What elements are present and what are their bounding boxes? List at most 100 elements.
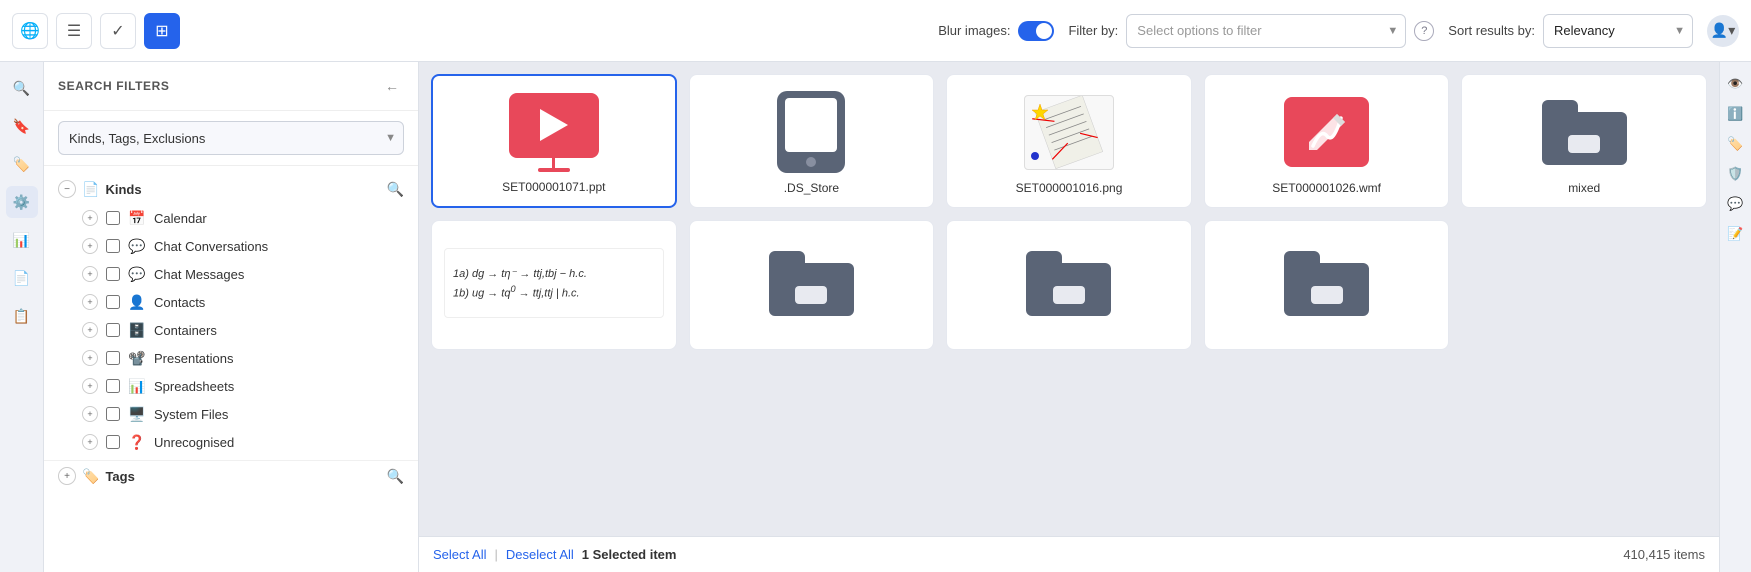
kind-icon-unrecognised: ❓ bbox=[128, 433, 146, 451]
tags-label: Tags bbox=[105, 469, 134, 484]
grid-item-png-label: SET000001016.png bbox=[1016, 181, 1123, 195]
kind-name-presentations: Presentations bbox=[154, 351, 234, 366]
kind-checkbox-contacts[interactable] bbox=[106, 295, 120, 309]
kind-expand-unrecognised-icon[interactable]: + bbox=[82, 434, 98, 450]
kind-item-presentations[interactable]: + 📽️ Presentations bbox=[58, 344, 404, 372]
kind-checkbox-chat-conversations[interactable] bbox=[106, 239, 120, 253]
tags-search-icon[interactable]: 🔍 bbox=[387, 468, 404, 485]
grid-item-wmf-label: SET000001026.wmf bbox=[1272, 181, 1381, 195]
kind-checkbox-spreadsheets[interactable] bbox=[106, 379, 120, 393]
kind-name-unrecognised: Unrecognised bbox=[154, 435, 234, 450]
grid-item-folder-8[interactable] bbox=[946, 220, 1192, 350]
grid-icon-btn[interactable]: ⊞ bbox=[144, 13, 180, 49]
right-rail-chat-icon[interactable]: 💬 bbox=[1724, 192, 1748, 216]
ppt-visual bbox=[509, 93, 599, 172]
kind-checkbox-system-files[interactable] bbox=[106, 407, 120, 421]
grid-item-ppt-thumb bbox=[445, 92, 663, 172]
sidebar-title: SEARCH FILTERS bbox=[58, 79, 170, 93]
grid-item-png[interactable]: SET000001016.png bbox=[946, 74, 1192, 208]
kinds-collapse-btn[interactable]: − bbox=[58, 180, 76, 198]
right-rail-tag-icon[interactable]: 🏷️ bbox=[1724, 132, 1748, 156]
formula-display: 1a) dg → tη⁻ → ttj,tbj − h.c. 1b) ug → t… bbox=[444, 248, 664, 318]
check-icon-btn[interactable]: ✓ bbox=[100, 13, 136, 49]
kind-expand-presentations-icon[interactable]: + bbox=[82, 350, 98, 366]
grid-item-ds-store[interactable]: .DS_Store bbox=[689, 74, 935, 208]
rail-chart-icon[interactable]: 📊 bbox=[6, 224, 38, 256]
kind-expand-spreadsheets-icon[interactable]: + bbox=[82, 378, 98, 394]
grid-item-ppt[interactable]: SET000001071.ppt bbox=[431, 74, 677, 208]
right-rail-info-icon[interactable]: ℹ️ bbox=[1724, 102, 1748, 126]
grid-item-png-thumb bbox=[959, 91, 1179, 173]
kind-item-unrecognised[interactable]: + ❓ Unrecognised bbox=[58, 428, 404, 456]
deselect-all-link[interactable]: Deselect All bbox=[506, 547, 574, 562]
filter-help-icon[interactable]: ? bbox=[1414, 21, 1434, 41]
kind-checkbox-calendar[interactable] bbox=[106, 211, 120, 225]
folder-icon-8 bbox=[1026, 251, 1111, 316]
kind-item-chat-messages[interactable]: + 💬 Chat Messages bbox=[58, 260, 404, 288]
user-icon-btn[interactable]: 👤▾ bbox=[1707, 15, 1739, 47]
formula-line-2: 1b) ug → tq0 → ttj,ttj | h.c. bbox=[453, 284, 655, 300]
ppt-icon bbox=[509, 93, 599, 158]
globe-icon-btn[interactable]: 🌐 bbox=[12, 13, 48, 49]
kind-expand-chat-messages-icon[interactable]: + bbox=[82, 266, 98, 282]
kind-checkbox-presentations[interactable] bbox=[106, 351, 120, 365]
grid-item-wmf[interactable]: SET000001026.wmf bbox=[1204, 74, 1450, 208]
sidebar-back-btn[interactable]: ← bbox=[380, 74, 404, 98]
tablet-home-btn bbox=[806, 157, 816, 167]
rail-bookmark-icon[interactable]: 🔖 bbox=[6, 110, 38, 142]
kind-name-chat-conversations: Chat Conversations bbox=[154, 239, 268, 254]
right-rail-eye-icon[interactable]: 👁️ bbox=[1724, 72, 1748, 96]
kind-item-contacts[interactable]: + 👤 Contacts bbox=[58, 288, 404, 316]
rail-doc-icon[interactable]: 📋 bbox=[6, 300, 38, 332]
filter-type-select[interactable]: Kinds, Tags, ExclusionsDate RangeFile Si… bbox=[58, 121, 404, 155]
list-icon-btn[interactable]: ☰ bbox=[56, 13, 92, 49]
play-triangle-icon bbox=[540, 109, 568, 141]
kind-item-calendar[interactable]: + 📅 Calendar bbox=[58, 204, 404, 232]
select-all-link[interactable]: Select All bbox=[433, 547, 486, 562]
kind-icon-containers: 🗄️ bbox=[128, 321, 146, 339]
grid-item-formula[interactable]: 1a) dg → tη⁻ → ttj,tbj − h.c. 1b) ug → t… bbox=[431, 220, 677, 350]
kind-checkbox-containers[interactable] bbox=[106, 323, 120, 337]
tags-section: + 🏷️ Tags 🔍 bbox=[44, 460, 418, 491]
kind-expand-system-files-icon[interactable]: + bbox=[82, 406, 98, 422]
kind-expand-containers-icon[interactable]: + bbox=[82, 322, 98, 338]
kind-checkbox-unrecognised[interactable] bbox=[106, 435, 120, 449]
grid-item-mixed[interactable]: mixed bbox=[1461, 74, 1707, 208]
kind-item-chat-conversations[interactable]: + 💬 Chat Conversations bbox=[58, 232, 404, 260]
toolbar: 🌐 ☰ ✓ ⊞ Blur images: Filter by: Select o… bbox=[0, 0, 1751, 62]
kind-icon-calendar: 📅 bbox=[128, 209, 146, 227]
kind-item-system-files[interactable]: + 🖥️ System Files bbox=[58, 400, 404, 428]
wmf-icon bbox=[1284, 97, 1369, 167]
rail-filter-icon[interactable]: ⚙️ bbox=[6, 186, 38, 218]
right-rail: 👁️ ℹ️ 🏷️ 🛡️ 💬 📝 bbox=[1719, 62, 1751, 572]
ppt-base bbox=[538, 168, 570, 172]
kind-checkbox-chat-messages[interactable] bbox=[106, 267, 120, 281]
kind-expand-chat-conversations-icon[interactable]: + bbox=[82, 238, 98, 254]
rail-search-icon[interactable]: 🔍 bbox=[6, 72, 38, 104]
sort-select[interactable]: RelevancyDateNameSizeType bbox=[1543, 14, 1693, 48]
kind-item-containers[interactable]: + 🗄️ Containers bbox=[58, 316, 404, 344]
grid-item-folder-9-thumb bbox=[1217, 237, 1437, 329]
rail-page-icon[interactable]: 📄 bbox=[6, 262, 38, 294]
tags-section-icon: 🏷️ bbox=[82, 468, 99, 485]
right-rail-shield-icon[interactable]: 🛡️ bbox=[1724, 162, 1748, 186]
right-rail-notes-icon[interactable]: 📝 bbox=[1724, 222, 1748, 246]
grid-item-wmf-thumb bbox=[1217, 91, 1437, 173]
filter-select[interactable]: Select options to filter bbox=[1126, 14, 1406, 48]
sidebar-header: SEARCH FILTERS ← bbox=[44, 62, 418, 111]
grid-item-folder-7[interactable] bbox=[689, 220, 935, 350]
kinds-search-icon[interactable]: 🔍 bbox=[387, 181, 404, 198]
kind-item-spreadsheets[interactable]: + 📊 Spreadsheets bbox=[58, 372, 404, 400]
grid-item-folder-9[interactable] bbox=[1204, 220, 1450, 350]
kind-expand-contacts-icon[interactable]: + bbox=[82, 294, 98, 310]
tags-add-btn[interactable]: + bbox=[58, 467, 76, 485]
rail-tag-icon[interactable]: 🏷️ bbox=[6, 148, 38, 180]
scatter-svg bbox=[1025, 96, 1113, 169]
selected-info-badge: 1 Selected item bbox=[582, 547, 677, 562]
kind-expand-calendar-icon[interactable]: + bbox=[82, 210, 98, 226]
blur-toggle[interactable] bbox=[1018, 21, 1054, 41]
content-area: SET000001071.ppt .DS_Store bbox=[419, 62, 1719, 572]
grid-item-folder-7-thumb bbox=[702, 237, 922, 329]
toggle-thumb bbox=[1036, 23, 1052, 39]
footer-left: Select All | Deselect All 1 Selected ite… bbox=[433, 547, 676, 562]
